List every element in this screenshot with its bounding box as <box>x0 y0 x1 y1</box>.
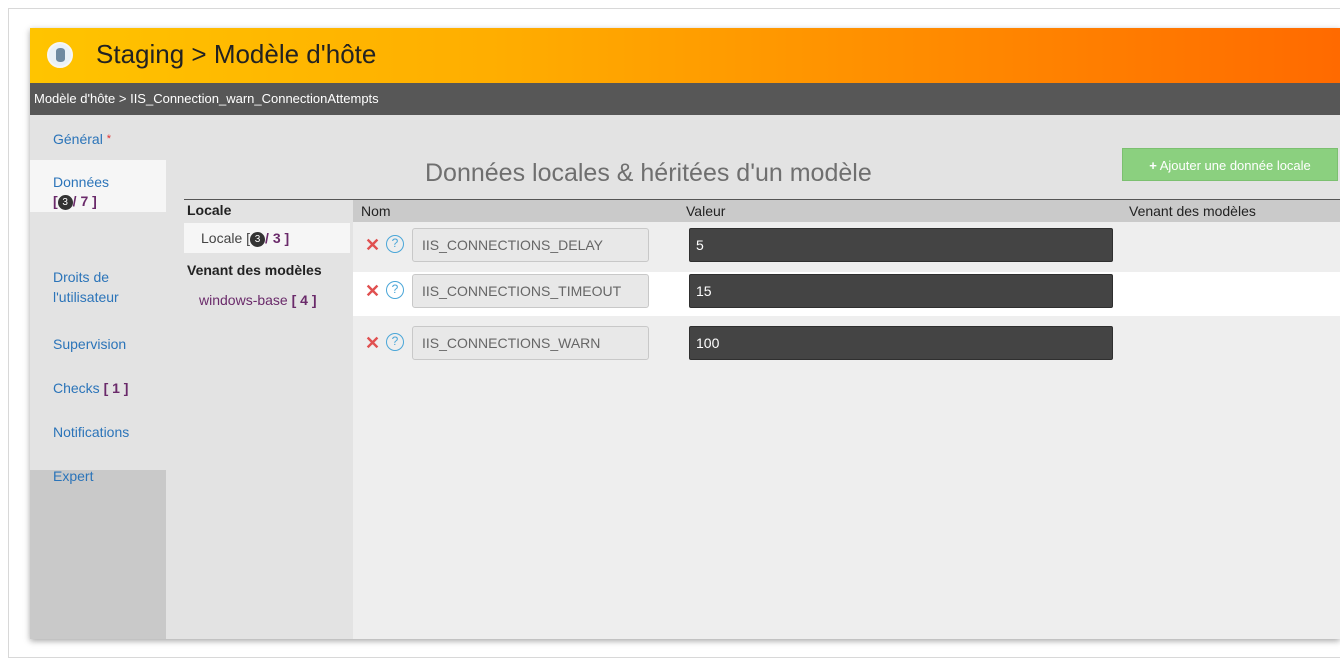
checks-count: [ 1 ] <box>103 380 129 396</box>
sidebar-item-label: Droits de l'utilisateur <box>53 269 119 305</box>
bracket-open: [ <box>53 193 58 209</box>
sidebar-item-general[interactable]: Général * <box>30 129 166 149</box>
add-button-label: Ajouter une donnée locale <box>1159 158 1311 173</box>
sidebar-item-label: Données <box>53 174 110 190</box>
help-icon[interactable]: ? <box>386 235 404 253</box>
data-name-field[interactable] <box>412 274 649 308</box>
host-template-panel: Staging > Modèle d'hôte Modèle d'hôte > … <box>30 28 1340 639</box>
required-marker: * <box>106 133 111 145</box>
local-count-badge: 3 <box>250 231 266 247</box>
sidebar-item-supervision[interactable]: Supervision <box>30 334 166 354</box>
subnav-item-windows-base[interactable]: windows-base [ 4 ] <box>199 292 317 308</box>
delete-icon[interactable]: ✕ <box>365 236 380 254</box>
sidebar-item-donnees[interactable]: Données [3/ 7 ] <box>30 160 166 212</box>
data-value-field[interactable] <box>689 326 1113 360</box>
subnav-item-label: windows-base <box>199 292 288 308</box>
help-icon[interactable]: ? <box>386 281 404 299</box>
sidebar-menu: Général * Données [3/ 7 ] Droits de l'ut… <box>30 115 166 484</box>
sidebar-item-notifications[interactable]: Notifications <box>30 422 166 442</box>
sidebar-item-label: Général <box>53 131 103 147</box>
data-name-field[interactable] <box>412 326 649 360</box>
delete-icon[interactable]: ✕ <box>365 282 380 300</box>
plus-icon: + <box>1149 158 1157 173</box>
local-count-badge: 3 <box>57 194 73 210</box>
subnav-item-label: Locale [ <box>201 230 251 246</box>
table-row: ✕ ? <box>353 226 1340 270</box>
data-name-field[interactable] <box>412 228 649 262</box>
main-content: Données locales & héritées d'un modèle +… <box>166 115 1340 639</box>
add-local-data-button[interactable]: + Ajouter une donnée locale <box>1122 148 1338 181</box>
sidebar: Général * Données [3/ 7 ] Droits de l'ut… <box>30 115 166 639</box>
delete-icon[interactable]: ✕ <box>365 334 380 352</box>
sidebar-item-expert[interactable]: Expert <box>30 466 166 486</box>
database-icon <box>47 42 73 68</box>
local-total-count: / 3 ] <box>265 230 290 246</box>
sidebar-item-label: Checks <box>53 380 100 396</box>
help-icon[interactable]: ? <box>386 333 404 351</box>
sidebar-item-count-group: [3/ 7 ] <box>53 192 166 210</box>
sidebar-item-label: Expert <box>53 468 94 484</box>
sidebar-item-droits[interactable]: Droits de l'utilisateur <box>30 267 150 307</box>
title-bar: Staging > Modèle d'hôte <box>30 28 1340 83</box>
total-count: / 7 ] <box>72 193 97 209</box>
column-header-origin: Venant des modèles <box>1129 203 1256 219</box>
inherited-count: [ 4 ] <box>291 292 317 308</box>
data-value-field[interactable] <box>689 274 1113 308</box>
column-header-value: Valeur <box>686 203 726 219</box>
table-header: Nom Valeur Venant des modèles <box>353 200 1340 222</box>
table-row: ✕ ? <box>353 272 1340 316</box>
column-header-name: Nom <box>361 203 391 219</box>
subnav-item-local[interactable]: Locale [3/ 3 ] <box>184 223 350 253</box>
section-heading: Données locales & héritées d'un modèle <box>425 159 872 187</box>
data-table: Nom Valeur Venant des modèles ✕ ? ✕ ? ✕ … <box>353 200 1340 639</box>
sidebar-item-label: Supervision <box>53 336 127 352</box>
page-title: Staging > Modèle d'hôte <box>96 39 377 69</box>
table-row: ✕ ? <box>353 324 1340 368</box>
sidebar-item-label: Notifications <box>53 424 130 440</box>
subnav-title-inherited: Venant des modèles <box>187 262 322 278</box>
data-subnav: Locale Locale [3/ 3 ] Venant des modèles… <box>184 199 350 639</box>
sidebar-item-checks[interactable]: Checks [ 1 ] <box>30 378 166 398</box>
breadcrumb: Modèle d'hôte > IIS_Connection_warn_Conn… <box>30 83 1340 115</box>
data-value-field[interactable] <box>689 228 1113 262</box>
subnav-title-local: Locale <box>187 202 232 218</box>
